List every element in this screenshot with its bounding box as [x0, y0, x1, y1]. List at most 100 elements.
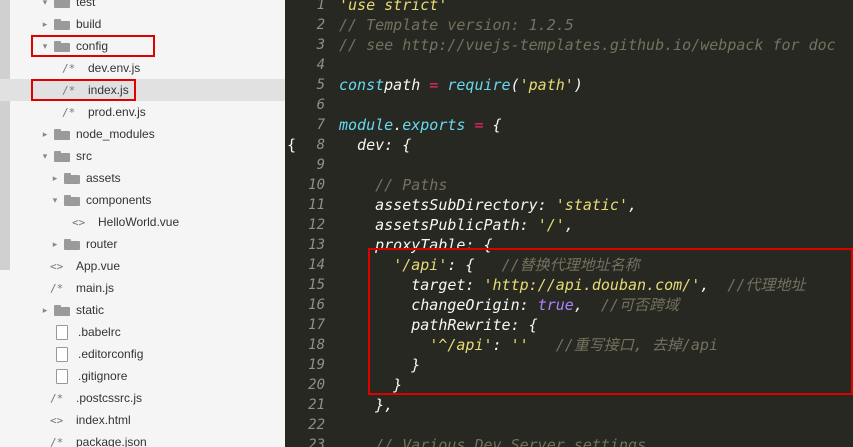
tree-item[interactable]: /* main.js: [0, 277, 285, 299]
code-token: ,: [564, 216, 574, 234]
code-line[interactable]: },: [339, 395, 393, 415]
code-token: assetsPublicPath:: [339, 216, 538, 234]
tree-item-label: static: [76, 303, 105, 317]
tree-item[interactable]: ▸ node_modules: [0, 123, 285, 145]
tree-item[interactable]: ▸ static: [0, 299, 285, 321]
line-number: 2: [316, 17, 325, 33]
code-line[interactable]: // see http://vuejs-templates.github.io/…: [339, 35, 836, 55]
code-line[interactable]: assetsPublicPath: '/',: [339, 215, 574, 235]
tree-item-label: node_modules: [76, 127, 155, 141]
tree-item[interactable]: .gitignore: [0, 365, 285, 387]
tree-item-label: App.vue: [76, 259, 121, 273]
folder-icon: [54, 0, 70, 8]
line-number: 16: [308, 297, 325, 313]
highlight-box-proxy-table: [368, 248, 853, 395]
markup-file-icon: <>: [50, 259, 64, 273]
markup-file-icon: <>: [72, 215, 86, 229]
line-number: 5: [316, 77, 325, 93]
tree-item[interactable]: <> index.html: [0, 409, 285, 431]
code-line[interactable]: // Paths: [339, 175, 447, 195]
chevron-right-icon[interactable]: ▸: [40, 305, 50, 316]
line-number: 18: [308, 337, 325, 353]
code-token: assetsSubDirectory:: [339, 196, 556, 214]
tree-item[interactable]: ▸ build: [0, 13, 285, 35]
line-number: 4: [316, 57, 325, 73]
line-number: 9: [316, 157, 325, 173]
chevron-right-icon[interactable]: ▸: [50, 239, 60, 250]
tree-item[interactable]: <> App.vue: [0, 255, 285, 277]
highlight-box-index-js: [31, 79, 136, 101]
code-line[interactable]: assetsSubDirectory: 'static',: [339, 195, 637, 215]
line-number: 15: [308, 277, 325, 293]
line-number: 22: [308, 417, 325, 433]
chevron-down-icon[interactable]: ▾: [40, 151, 50, 162]
chevron-right-icon[interactable]: ▸: [40, 19, 50, 30]
line-number: 1: [316, 0, 325, 13]
tree-item[interactable]: ▾ test: [0, 0, 285, 13]
line-number: 14: [308, 257, 325, 273]
code-token: exports: [402, 116, 466, 134]
code-line[interactable]: 'use strict': [339, 0, 447, 15]
line-number: 17: [308, 317, 325, 333]
tree-item-label: HelloWorld.vue: [98, 215, 180, 229]
code-token: 'static': [555, 196, 628, 214]
code-line[interactable]: constpath = require('path'): [339, 75, 583, 95]
js-file-icon: /*: [50, 435, 64, 447]
js-file-icon: /*: [50, 391, 64, 405]
tree-item[interactable]: /* .postcssrc.js: [0, 387, 285, 409]
chevron-down-icon[interactable]: ▾: [50, 195, 60, 206]
tree-item[interactable]: ▾ src: [0, 145, 285, 167]
line-number: 23: [308, 437, 325, 447]
tree-item[interactable]: .editorconfig: [0, 343, 285, 365]
tree-item[interactable]: /* package.json: [0, 431, 285, 447]
chevron-right-icon[interactable]: ▸: [50, 173, 60, 184]
tree-item-label: build: [76, 17, 102, 31]
line-number: 20: [308, 377, 325, 393]
code-token: (: [510, 76, 520, 94]
tree-item-label: router: [86, 237, 118, 251]
code-token: ,: [628, 196, 638, 214]
line-number: 13: [308, 237, 325, 253]
line-number: 11: [308, 197, 325, 213]
tree-item[interactable]: /* prod.env.js: [0, 101, 285, 123]
code-line[interactable]: // Template version: 1.2.5: [339, 15, 574, 35]
folder-icon: [54, 304, 70, 316]
line-number: 21: [308, 397, 325, 413]
chevron-right-icon[interactable]: ▸: [40, 129, 50, 140]
chevron-down-icon[interactable]: ▾: [40, 0, 50, 8]
file-icon: [56, 368, 68, 384]
folder-icon: [54, 150, 70, 162]
tree-item[interactable]: .babelrc: [0, 321, 285, 343]
tree-item[interactable]: <> HelloWorld.vue: [0, 211, 285, 233]
file-icon: [56, 324, 68, 340]
code-token: path: [384, 76, 421, 94]
tree-item-label: components: [86, 193, 152, 207]
tree-item-label: assets: [86, 171, 121, 185]
tree-item-label: .editorconfig: [78, 347, 144, 361]
code-token: 'path': [519, 76, 574, 94]
folder-icon: [64, 172, 80, 184]
fold-brace-marker[interactable]: {: [287, 135, 296, 155]
code-line[interactable]: dev: {: [339, 135, 411, 155]
js-file-icon: /*: [62, 105, 76, 119]
tree-item[interactable]: ▸ assets: [0, 167, 285, 189]
code-line[interactable]: // Various Dev Server settings: [339, 435, 646, 447]
line-number: 10: [308, 177, 325, 193]
tree-item-label: dev.env.js: [88, 61, 141, 75]
code-editor[interactable]: 1 2 3 4 5 6 7 8 9 10 11 12 13 14 15 16 17 18 19 20 21 22 23{ '…: [285, 0, 853, 447]
tree-item[interactable]: ▾ components: [0, 189, 285, 211]
code-token: dev: {: [339, 136, 412, 154]
folder-icon: [54, 18, 70, 30]
file-tree-sidebar: ▾ test ▸ build ▾ config/* dev.env.js/* index.js…: [0, 0, 285, 447]
code-token: '/': [537, 216, 565, 234]
tree-item-label: .gitignore: [78, 369, 128, 383]
line-number: 12: [308, 217, 325, 233]
tree-item[interactable]: ▸ router: [0, 233, 285, 255]
tree-item[interactable]: /* dev.env.js: [0, 57, 285, 79]
code-line[interactable]: module.exports = {: [339, 115, 502, 135]
code-token: =: [420, 76, 448, 94]
code-token: // Paths: [339, 176, 448, 194]
folder-icon: [64, 238, 80, 250]
code-token: module: [339, 116, 394, 134]
folder-icon: [64, 194, 80, 206]
